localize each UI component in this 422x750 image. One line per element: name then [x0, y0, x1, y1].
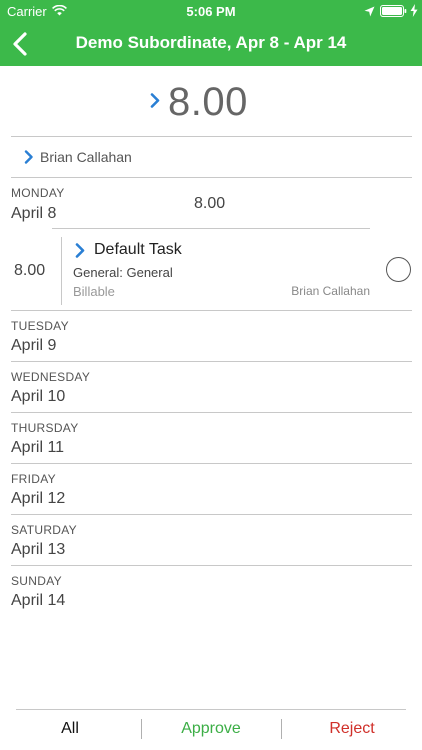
day-label: TUESDAY — [11, 319, 69, 333]
entry-task: Default Task — [94, 241, 182, 258]
day-date: April 12 — [11, 490, 66, 507]
user-name: Brian Callahan — [40, 149, 132, 165]
select-checkbox[interactable] — [386, 257, 411, 282]
chevron-right-icon — [24, 150, 33, 169]
approve-button[interactable]: Approve — [161, 720, 261, 738]
day-date: April 13 — [11, 541, 66, 558]
navigation-bar: Demo Subordinate, Apr 8 - Apr 14 — [0, 22, 422, 66]
day-label: FRIDAY — [11, 472, 56, 486]
reject-button[interactable]: Reject — [302, 720, 402, 738]
total-hours-header[interactable]: 8.00 — [0, 76, 422, 128]
status-bar: Carrier 5:06 PM — [0, 0, 422, 22]
day-label: WEDNESDAY — [11, 370, 91, 384]
entry-billable: Billable — [73, 284, 115, 299]
time-entry-row[interactable]: 8.00 Default Task General: General Billa… — [0, 229, 422, 311]
day-label: SATURDAY — [11, 523, 77, 537]
divider — [11, 310, 412, 311]
day-date: April 10 — [11, 388, 66, 405]
total-hours: 8.00 — [168, 80, 248, 124]
divider — [11, 463, 412, 464]
status-time: 5:06 PM — [186, 4, 236, 19]
divider — [11, 514, 412, 515]
location-arrow-icon — [364, 5, 375, 20]
day-total-hours: 8.00 — [194, 195, 226, 212]
entry-hours: 8.00 — [14, 262, 46, 279]
day-label: MONDAY — [11, 186, 65, 200]
tab-separator — [141, 719, 142, 739]
day-date: April 14 — [11, 592, 66, 609]
day-label: SUNDAY — [11, 574, 62, 588]
page-title: Demo Subordinate, Apr 8 - Apr 14 — [75, 33, 347, 52]
chevron-right-icon — [150, 93, 160, 113]
divider — [11, 565, 412, 566]
bottom-tab-bar: All Approve Reject — [0, 709, 422, 750]
battery-icon — [380, 5, 407, 20]
day-date: April 8 — [11, 205, 57, 222]
tab-separator — [281, 719, 282, 739]
tab-all[interactable]: All — [40, 720, 100, 738]
user-row[interactable]: Brian Callahan — [11, 137, 412, 177]
divider — [11, 361, 412, 362]
day-date: April 9 — [11, 337, 57, 354]
chevron-right-icon — [75, 243, 85, 263]
entry-project: General: General — [73, 265, 173, 280]
day-label: THURSDAY — [11, 421, 79, 435]
divider — [11, 412, 412, 413]
entry-divider — [61, 237, 62, 305]
charging-bolt-icon — [410, 4, 418, 20]
divider — [11, 177, 412, 178]
entry-user: Brian Callahan — [291, 284, 370, 298]
day-date: April 11 — [11, 439, 65, 456]
